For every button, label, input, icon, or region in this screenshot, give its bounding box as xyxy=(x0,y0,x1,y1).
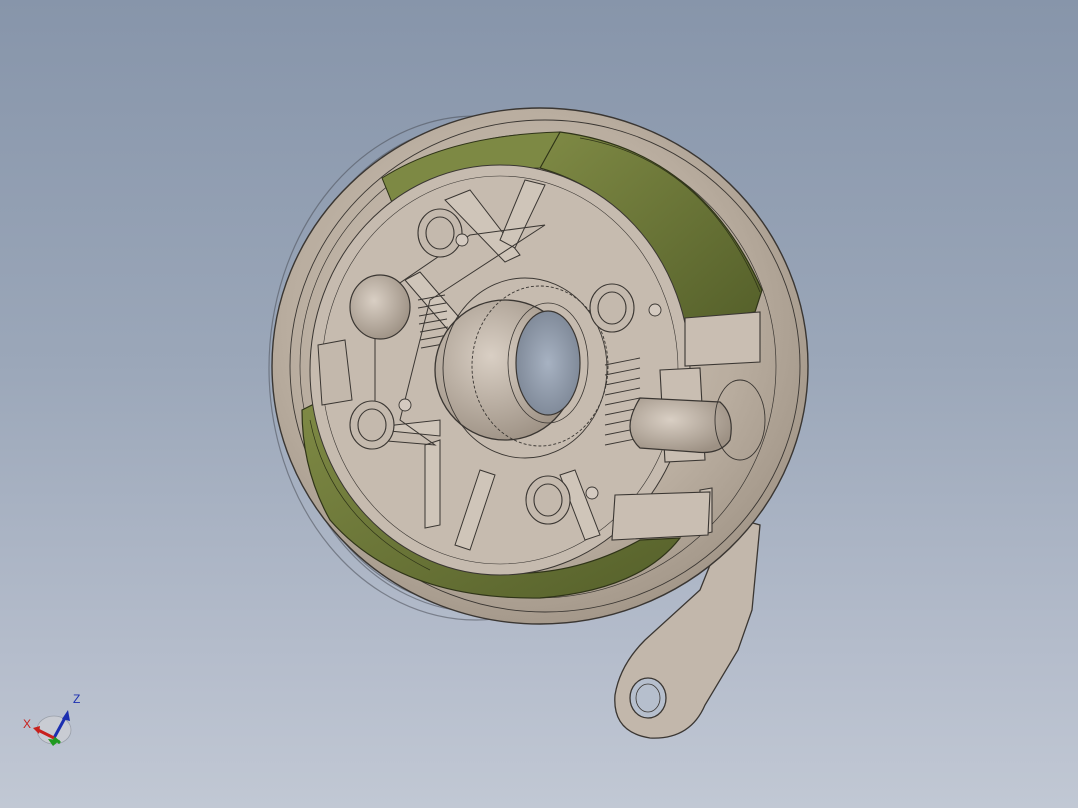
x-axis-label: X xyxy=(23,717,31,731)
wheel-cylinder[interactable] xyxy=(349,274,411,340)
hub-bore xyxy=(515,310,581,416)
view-orientation-triad[interactable]: Z X xyxy=(18,688,88,758)
brake-assembly-model[interactable] xyxy=(0,0,1078,808)
graphics-viewport[interactable]: Z X xyxy=(0,0,1078,808)
z-axis-label: Z xyxy=(73,692,80,706)
